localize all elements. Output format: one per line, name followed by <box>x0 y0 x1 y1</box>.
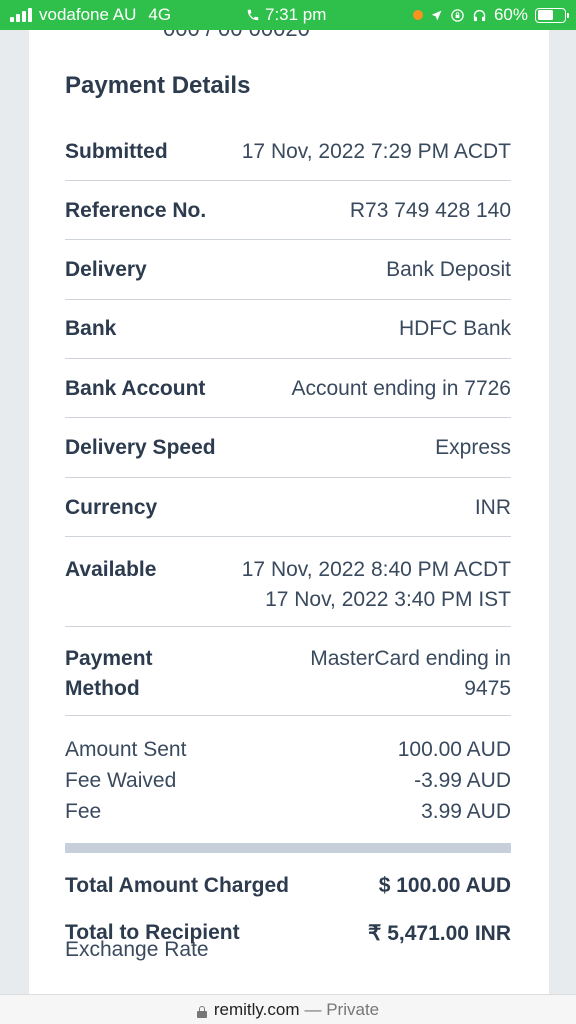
fee-value: 3.99 AUD <box>421 800 511 823</box>
detail-label: Bank Account <box>65 377 206 400</box>
detail-label: Currency <box>65 496 158 519</box>
fee-label: Fee Waived <box>65 769 177 792</box>
total-label: Total Amount Charged <box>65 874 289 897</box>
detail-row-bank-account: Bank Account Account ending in 7726 <box>65 377 511 401</box>
divider <box>65 626 511 627</box>
available-ist: 17 Nov, 2022 3:40 PM IST <box>265 588 511 611</box>
network-type: 4G <box>148 5 172 24</box>
signal-icon <box>10 8 32 22</box>
detail-value: INR <box>474 496 511 519</box>
detail-label: Payment Method <box>65 644 153 704</box>
recording-dot-icon <box>412 10 423 20</box>
site-domain[interactable]: remitly.com <box>214 1000 300 1020</box>
payment-method-label-2: Method <box>65 677 140 700</box>
detail-row-delivery: Delivery Bank Deposit <box>65 258 511 282</box>
detail-row-bank: Bank HDFC Bank <box>65 317 511 341</box>
detail-label: Delivery Speed <box>65 436 216 459</box>
status-bar: vodafone AU 4G 7:31 pm 60% <box>0 0 576 30</box>
browser-address-bar[interactable]: remitly.com — Private <box>0 994 576 1024</box>
payment-method-value-2: 9475 <box>464 677 511 700</box>
divider <box>65 477 511 478</box>
detail-value: Bank Deposit <box>386 258 511 281</box>
divider <box>65 358 511 359</box>
cut-off-text: 000 / 00 00020 <box>163 30 310 42</box>
fee-value: -3.99 AUD <box>414 769 511 792</box>
fee-label: Fee <box>65 800 102 823</box>
phone-icon <box>247 9 259 21</box>
detail-row-payment-method: Payment Method MasterCard ending in 9475 <box>65 644 511 704</box>
divider <box>65 536 511 537</box>
payment-method-value-1: MasterCard ending in <box>310 647 511 670</box>
exchange-rate-label: Exchange Rate <box>65 938 209 961</box>
detail-value: HDFC Bank <box>398 317 511 340</box>
detail-value: R73 749 428 140 <box>349 199 511 222</box>
detail-value: Account ending in 7726 <box>291 377 511 400</box>
section-divider <box>65 843 511 853</box>
detail-value: MasterCard ending in 9475 <box>310 644 511 704</box>
carrier-name: vodafone AU <box>39 5 137 24</box>
detail-value: 17 Nov, 2022 7:29 PM ACDT <box>241 140 511 163</box>
fee-label: Amount Sent <box>65 738 187 761</box>
clock-time: 7:31 pm <box>265 5 327 24</box>
total-value: ₹ 5,471.00 INR <box>368 922 511 945</box>
detail-row-available: Available 17 Nov, 2022 8:40 PM ACDT 17 N… <box>65 555 511 615</box>
rotation-lock-icon <box>451 8 464 22</box>
detail-row-delivery-speed: Delivery Speed Express <box>65 436 511 460</box>
page-title: Payment Details <box>65 72 251 99</box>
lock-icon <box>196 1005 207 1018</box>
fee-value: 100.00 AUD <box>397 738 511 761</box>
detail-label: Reference No. <box>65 199 207 222</box>
detail-label: Submitted <box>65 140 168 163</box>
detail-label: Delivery <box>65 258 147 281</box>
divider <box>65 299 511 300</box>
total-row-charged: Total Amount Charged $ 100.00 AUD <box>65 874 511 898</box>
detail-label: Available <box>65 558 157 581</box>
battery-percent: 60% <box>493 5 528 24</box>
detail-row-submitted: Submitted 17 Nov, 2022 7:29 PM ACDT <box>65 140 511 164</box>
detail-label: Bank <box>65 317 117 340</box>
headphones-icon <box>473 9 486 21</box>
total-value: $ 100.00 AUD <box>378 874 511 897</box>
detail-value: Express <box>435 436 511 459</box>
detail-row-reference: Reference No. R73 749 428 140 <box>65 199 511 223</box>
fee-row-fee-waived: Fee Waived -3.99 AUD <box>65 769 511 793</box>
divider <box>65 715 511 716</box>
fee-row-amount-sent: Amount Sent 100.00 AUD <box>65 738 511 762</box>
available-acdt: 17 Nov, 2022 8:40 PM ACDT <box>241 558 511 581</box>
divider <box>65 417 511 418</box>
payment-details-card: 000 / 00 00020 Payment Details Submitted… <box>29 30 549 994</box>
detail-row-currency: Currency INR <box>65 496 511 520</box>
divider <box>65 239 511 240</box>
fee-row-fee: Fee 3.99 AUD <box>65 800 511 824</box>
detail-value: 17 Nov, 2022 8:40 PM ACDT 17 Nov, 2022 3… <box>242 555 511 615</box>
location-arrow-icon <box>431 10 442 20</box>
payment-method-label-1: Payment <box>65 647 153 670</box>
divider <box>65 180 511 181</box>
battery-icon <box>535 7 569 23</box>
private-label: — Private <box>304 999 380 1019</box>
